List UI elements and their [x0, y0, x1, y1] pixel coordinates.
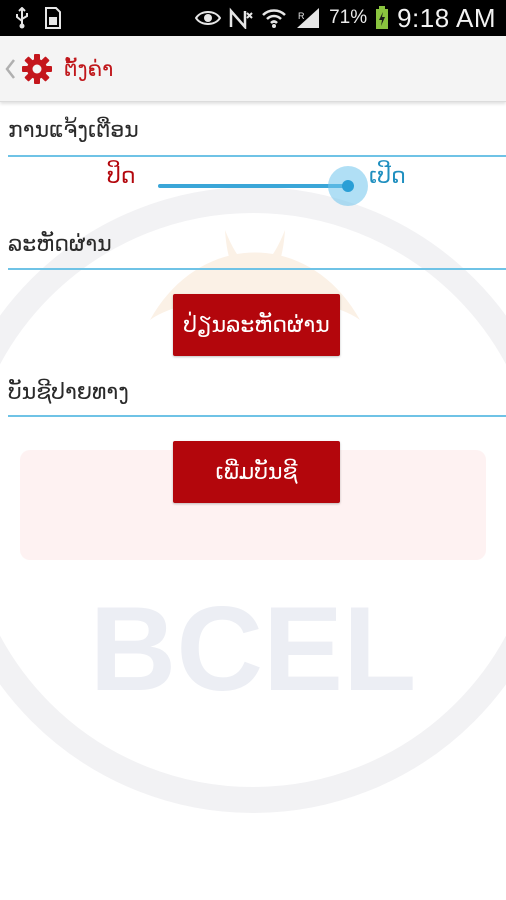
notification-toggle-track[interactable] [158, 184, 348, 188]
toggle-on-label: ເປີດ [369, 164, 406, 189]
page-title: ຕັ້ງຄ່າ [64, 56, 114, 81]
battery-charging-icon [375, 6, 389, 30]
battery-percent: 71% [329, 7, 368, 28]
no-signal-icon [229, 7, 253, 29]
notifications-divider [8, 155, 506, 157]
toggle-off-label: ປິດ [107, 164, 136, 189]
wifi-icon [261, 7, 287, 29]
gear-icon[interactable] [22, 53, 52, 84]
password-label: ລະຫັດຜ່ານ [8, 232, 112, 257]
change-password-button[interactable]: ປ່ຽນລະຫັດຜ່ານ [173, 294, 340, 356]
eye-icon [195, 9, 222, 27]
usb-icon [14, 7, 30, 29]
watermark-text: BCEL [90, 582, 417, 716]
notifications-label: ການແຈ້ງເຕືອນ [8, 118, 139, 143]
cell-signal-icon: R [295, 7, 321, 29]
status-bar: R 71% 9:18 AM [0, 0, 506, 36]
svg-text:R: R [298, 11, 305, 21]
clock: 9:18 AM [397, 2, 496, 33]
sd-card-icon [44, 7, 62, 29]
destination-account-label: ບັນຊີປາຍທາງ [8, 380, 129, 405]
password-divider [8, 268, 506, 270]
back-chevron-icon[interactable] [4, 58, 16, 80]
add-account-button[interactable]: ເພີ່ມບັນຊີ [173, 441, 340, 503]
destination-account-divider [8, 415, 506, 417]
action-bar: ຕັ້ງຄ່າ [0, 36, 506, 102]
notification-toggle-thumb[interactable] [342, 180, 354, 192]
